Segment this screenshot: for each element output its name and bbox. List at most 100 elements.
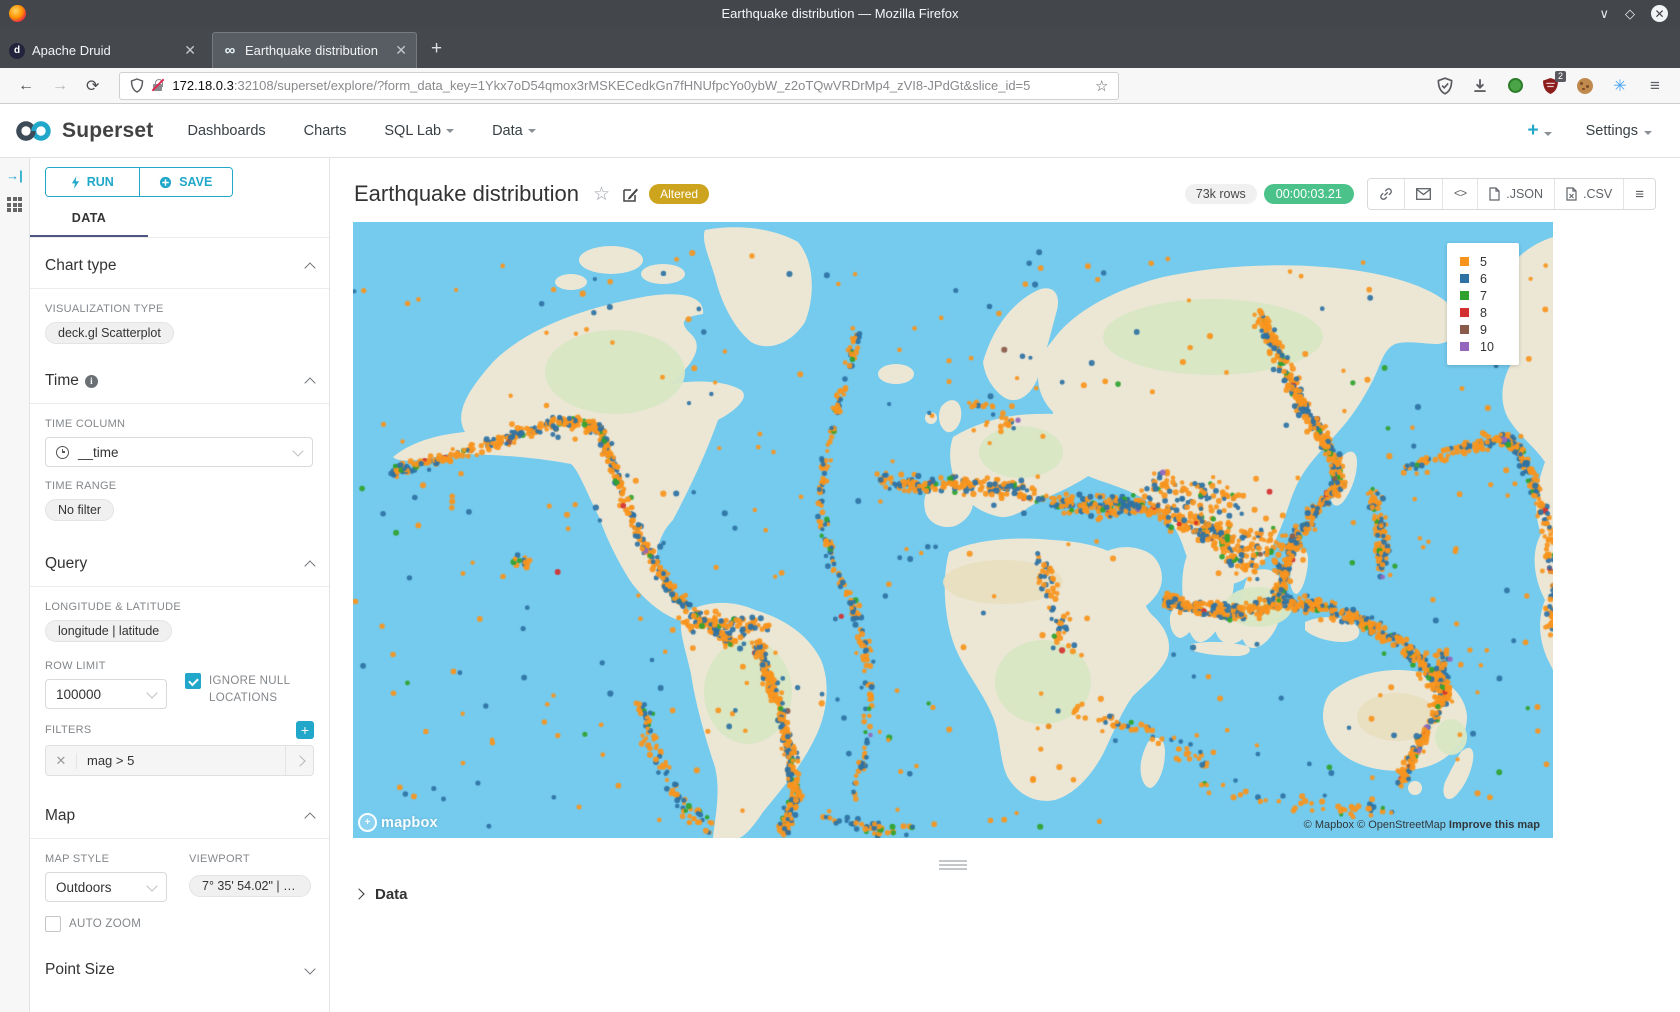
section-point-size[interactable]: Point Size (30, 942, 329, 992)
new-item-button[interactable]: + (1527, 120, 1551, 142)
superset-infinity-icon (14, 119, 54, 143)
chevron-down-icon (446, 129, 454, 133)
url-input[interactable]: 172.18.0.3:32108/superset/explore/?form_… (119, 72, 1119, 100)
back-icon[interactable]: ← (18, 77, 34, 95)
query-timer-badge: 00:00:03.21 (1264, 184, 1354, 204)
insecure-lock-icon[interactable] (152, 79, 164, 92)
legend-item[interactable]: 8 (1460, 304, 1519, 321)
forward-icon[interactable]: → (52, 77, 68, 95)
legend-label: 8 (1480, 306, 1487, 320)
chevron-up-icon (304, 262, 315, 273)
export-csv-button[interactable]: .CSV (1555, 179, 1624, 209)
pinwheel-extension-icon[interactable]: ✳ (1611, 77, 1629, 95)
add-filter-button[interactable]: + (296, 721, 314, 739)
protections-shield-icon[interactable] (1436, 77, 1454, 95)
deckgl-map[interactable]: 567 89 10 + mapbox © Mapbox © OpenStreetMa… (353, 222, 1553, 838)
legend-item[interactable]: 9 (1460, 321, 1519, 338)
tab-data[interactable]: DATA (30, 211, 148, 237)
tracking-shield-icon[interactable] (130, 78, 144, 93)
viz-type-pill[interactable]: deck.gl Scatterplot (45, 322, 174, 344)
superset-logo[interactable]: Superset (14, 119, 153, 143)
auto-zoom-checkbox[interactable] (45, 916, 61, 932)
viewport-pill[interactable]: 7° 35' 54.02" | 31... (189, 875, 311, 897)
viz-type-label: VISUALIZATION TYPE (45, 303, 314, 315)
nav-dashboards[interactable]: Dashboards (187, 123, 265, 139)
nav-charts[interactable]: Charts (304, 123, 347, 139)
edit-properties-icon[interactable] (622, 186, 639, 203)
lonlat-pill[interactable]: longitude | latitude (45, 620, 172, 642)
chevron-down-icon (146, 687, 157, 698)
brand-name: Superset (62, 119, 153, 143)
menu-hamburger-icon[interactable]: ≡ (1646, 77, 1664, 95)
attribution-osm[interactable]: © OpenStreetMap (1357, 819, 1446, 831)
more-options-icon[interactable]: ≡ (1624, 179, 1655, 209)
time-range-label: TIME RANGE (45, 480, 314, 492)
cookie-icon[interactable] (1576, 77, 1594, 95)
map-style-select[interactable]: Outdoors (45, 872, 167, 902)
time-column-select[interactable]: __time (45, 437, 313, 467)
data-expander[interactable]: Data (355, 886, 1680, 903)
section-map[interactable]: Map (30, 788, 329, 839)
chevron-down-icon (146, 880, 157, 891)
window-close-icon[interactable]: ✕ (1651, 5, 1668, 22)
filter-pill[interactable]: ✕ mag > 5 (45, 745, 314, 776)
expand-filter-icon[interactable] (285, 746, 313, 775)
tab-close-icon[interactable]: ✕ (395, 42, 407, 59)
ignore-null-control[interactable]: IGNORE NULLLOCATIONS (185, 673, 314, 707)
window-maximize-icon[interactable]: ◇ (1625, 6, 1635, 22)
downloads-icon[interactable] (1471, 77, 1489, 95)
tab-apache-druid[interactable]: d Apache Druid ✕ (0, 33, 205, 68)
legend-item[interactable]: 6 (1460, 270, 1519, 287)
extension-green-icon[interactable] (1506, 77, 1524, 95)
attribution-mapbox[interactable]: © Mapbox (1304, 819, 1354, 831)
bookmark-star-icon[interactable]: ☆ (1095, 77, 1108, 95)
dataset-grid-icon[interactable] (7, 197, 22, 212)
section-chart-type[interactable]: Chart type (30, 238, 329, 289)
mapbox-logo[interactable]: + mapbox (358, 813, 438, 832)
chart-actions: <> .JSON .CSV ≡ (1367, 178, 1656, 210)
remove-filter-icon[interactable]: ✕ (46, 753, 77, 769)
collapse-panel-icon[interactable]: →| (6, 168, 23, 183)
embed-code-icon[interactable]: <> (1443, 179, 1478, 209)
map-attribution: © Mapbox © OpenStreetMap Improve this ma… (1304, 819, 1540, 831)
time-range-pill[interactable]: No filter (45, 499, 114, 521)
run-button[interactable]: RUN (46, 168, 140, 196)
window-title: Earthquake distribution — Mozilla Firefo… (0, 6, 1680, 21)
map-legend: 567 89 10 (1447, 243, 1519, 365)
ignore-null-checkbox[interactable] (185, 673, 201, 689)
auto-zoom-control[interactable]: AUTO ZOOM (45, 916, 167, 932)
window-minimize-icon[interactable]: ∨ (1599, 6, 1609, 22)
nav-data[interactable]: Data (492, 123, 536, 139)
settings-menu[interactable]: Settings (1586, 123, 1652, 139)
section-time[interactable]: Timei (30, 353, 329, 404)
data-expander-label: Data (375, 886, 408, 903)
ublock-shield-icon[interactable]: 2 (1541, 77, 1559, 95)
new-tab-button[interactable]: + (431, 38, 442, 60)
favorite-star-icon[interactable]: ☆ (593, 183, 610, 206)
filter-value: mag > 5 (77, 753, 285, 768)
tab-earthquake-distribution[interactable]: ∞ Earthquake distribution ✕ (212, 32, 417, 68)
panel-drag-handle[interactable] (939, 860, 967, 870)
viewport-label: VIEWPORT (189, 853, 311, 865)
legend-item[interactable]: 7 (1460, 287, 1519, 304)
mapbox-wordmark: mapbox (381, 815, 438, 831)
chevron-down-icon (304, 963, 315, 974)
section-query[interactable]: Query (30, 536, 329, 587)
legend-label: 10 (1480, 340, 1494, 354)
improve-this-map-link[interactable]: Improve this map (1449, 819, 1540, 831)
lonlat-label: LONGITUDE & LATITUDE (45, 601, 314, 613)
share-link-icon[interactable] (1368, 179, 1405, 209)
superset-header: Superset Dashboards Charts SQL Lab Data … (0, 104, 1680, 158)
nav-sql-lab[interactable]: SQL Lab (384, 123, 454, 139)
export-json-button[interactable]: .JSON (1478, 179, 1555, 209)
row-limit-select[interactable]: 100000 (45, 679, 167, 709)
legend-item[interactable]: 10 (1460, 338, 1519, 355)
reload-icon[interactable]: ⟳ (86, 76, 99, 96)
superset-favicon: ∞ (222, 43, 238, 59)
email-icon[interactable] (1405, 179, 1443, 209)
save-button[interactable]: SAVE (140, 168, 233, 196)
panel-tabs: DATA (30, 211, 329, 237)
file-icon (1566, 187, 1577, 201)
tab-close-icon[interactable]: ✕ (184, 42, 196, 59)
legend-item[interactable]: 5 (1460, 253, 1519, 270)
